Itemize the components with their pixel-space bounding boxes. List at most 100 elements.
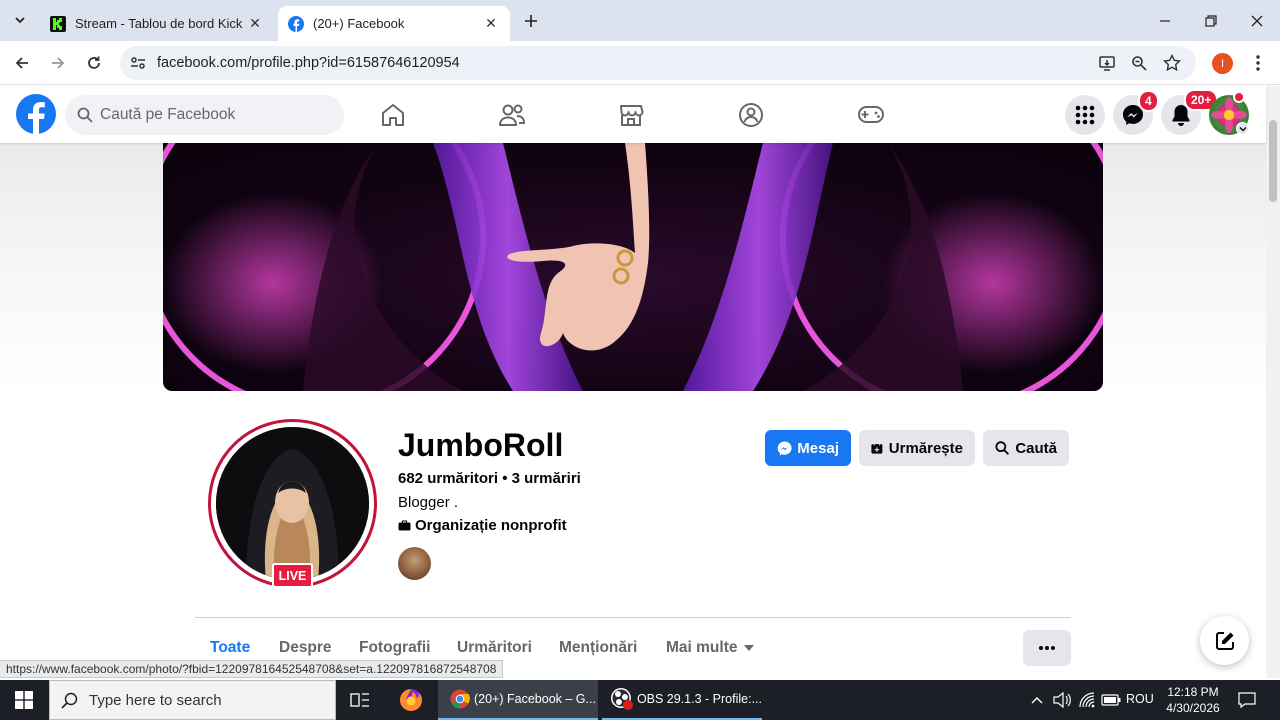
profile-more-button[interactable] <box>1023 630 1071 666</box>
nav-gaming[interactable] <box>841 96 901 134</box>
message-button[interactable]: Mesaj <box>765 430 851 466</box>
nav-friends[interactable] <box>482 96 542 134</box>
cover-photo[interactable] <box>163 143 1103 391</box>
chevron-down-icon <box>1239 126 1246 131</box>
tab-about[interactable]: Despre <box>279 639 332 657</box>
account-menu-chevron[interactable] <box>1236 122 1249 135</box>
minimize-button[interactable] <box>1142 0 1188 41</box>
new-message-button[interactable] <box>1200 616 1249 665</box>
gaming-icon <box>858 106 884 123</box>
minimize-icon <box>1160 19 1170 22</box>
show-hidden-icons-chevron-icon[interactable] <box>1030 694 1044 706</box>
groups-icon <box>739 103 763 127</box>
follow-button[interactable]: Urmărește <box>859 430 975 466</box>
browser-tab-facebook[interactable]: (20+) Facebook ✕ <box>278 6 510 41</box>
wifi-icon[interactable] <box>1078 691 1096 709</box>
chevron-down-icon <box>15 17 25 24</box>
task-view-icon <box>350 693 369 707</box>
facebook-search[interactable] <box>65 95 344 135</box>
friends-icon <box>498 104 526 126</box>
follow-button-label: Urmărește <box>888 439 963 457</box>
browser-menu-button[interactable] <box>1244 49 1272 77</box>
tab-photos[interactable]: Fotografii <box>359 639 430 657</box>
firefox-icon <box>400 689 422 711</box>
profile-search-button[interactable]: Caută <box>983 430 1069 466</box>
windows-taskbar: Type here to search (20+) Facebook – G..… <box>0 680 1280 720</box>
site-info-icon[interactable] <box>130 55 146 71</box>
tab-more[interactable]: Mai multe <box>666 639 755 657</box>
profile-stats[interactable]: 682 urmăritori • 3 urmăriri <box>398 470 581 487</box>
restore-icon <box>1205 14 1217 27</box>
input-language[interactable]: ROU <box>1126 692 1154 706</box>
battery-icon[interactable] <box>1101 693 1121 707</box>
menu-button[interactable] <box>1065 95 1105 135</box>
close-tab-icon[interactable]: ✕ <box>246 15 264 33</box>
taskbar-clock[interactable]: 12:18 PM 4/30/2026 <box>1160 684 1226 716</box>
cover-art-image <box>163 143 1103 391</box>
tab-mentions[interactable]: Menționări <box>559 639 637 657</box>
search-icon <box>77 107 93 123</box>
forward-button[interactable] <box>44 49 72 77</box>
reload-button[interactable] <box>80 49 108 77</box>
nav-marketplace[interactable] <box>601 96 661 134</box>
obs-taskbar-label: OBS 29.1.3 - Profile:... <box>636 692 762 706</box>
zoom-icon[interactable] <box>1131 55 1147 71</box>
close-window-button[interactable] <box>1234 0 1280 41</box>
chrome-taskbar-button[interactable]: (20+) Facebook – G... <box>438 680 598 720</box>
task-view-button[interactable] <box>341 680 379 720</box>
speaker-icon[interactable] <box>1053 692 1071 708</box>
close-tab-icon[interactable]: ✕ <box>482 15 500 33</box>
browser-tab-kick[interactable]: Stream - Tablou de bord Kick ✕ <box>40 6 274 41</box>
marketplace-icon <box>620 105 644 126</box>
search-button-label: Caută <box>1015 439 1057 457</box>
follow-icon <box>871 442 883 454</box>
tab-search-button[interactable] <box>8 8 32 32</box>
kick-logo-icon <box>50 15 66 32</box>
reload-icon <box>88 56 100 69</box>
browser-profile-avatar[interactable]: I <box>1212 53 1233 74</box>
tab-more-label: Mai multe <box>666 639 738 656</box>
grid-menu-icon <box>1075 105 1095 125</box>
friend-avatar[interactable] <box>398 547 431 580</box>
facebook-logo[interactable] <box>16 94 56 134</box>
profile-organization: Organizație nonprofit <box>398 517 567 534</box>
new-tab-button[interactable] <box>520 10 542 32</box>
search-icon <box>61 692 78 709</box>
windows-logo-icon <box>15 691 33 709</box>
address-bar[interactable]: facebook.com/profile.php?id=615876461209… <box>120 46 1196 80</box>
tab-followers[interactable]: Urmăritori <box>457 639 532 657</box>
start-button[interactable] <box>0 680 48 720</box>
profile-picture-image <box>216 427 369 580</box>
tab-all[interactable]: Toate <box>210 639 250 657</box>
arrow-left-icon <box>15 57 28 69</box>
browser-toolbar: facebook.com/profile.php?id=615876461209… <box>0 41 1280 85</box>
facebook-search-input[interactable] <box>100 95 330 135</box>
more-vertical-icon <box>1256 55 1260 71</box>
obs-icon <box>610 688 633 710</box>
firefox-taskbar-button[interactable] <box>392 680 430 720</box>
back-button[interactable] <box>8 49 36 77</box>
messenger-badge: 4 <box>1138 90 1159 112</box>
nav-groups[interactable] <box>721 96 781 134</box>
messenger-icon <box>777 441 792 455</box>
organization-label: Organizație nonprofit <box>415 517 567 534</box>
nav-home[interactable] <box>363 96 423 134</box>
tab-title: (20+) Facebook <box>313 16 405 31</box>
status-bar-url: https://www.facebook.com/photo/?fbid=122… <box>0 660 504 678</box>
message-button-label: Mesaj <box>797 439 839 457</box>
more-horizontal-icon <box>1039 646 1055 650</box>
notification-center-icon[interactable] <box>1238 691 1256 709</box>
tab-title: Stream - Tablou de bord Kick <box>75 16 243 31</box>
scrollbar-thumb[interactable] <box>1269 120 1277 202</box>
page-scrollbar[interactable] <box>1266 86 1280 678</box>
caret-down-icon <box>744 645 755 651</box>
hooded-woman-avatar-icon <box>216 427 369 580</box>
restore-button[interactable] <box>1188 0 1234 41</box>
install-app-icon[interactable] <box>1098 54 1116 72</box>
obs-taskbar-button[interactable]: OBS 29.1.3 - Profile:... <box>602 680 762 720</box>
clock-date: 4/30/2026 <box>1166 701 1220 715</box>
profile-category: Blogger . <box>398 494 459 511</box>
taskbar-search[interactable]: Type here to search <box>49 680 336 720</box>
bookmark-star-icon[interactable] <box>1163 54 1181 72</box>
account-alert-dot <box>1233 91 1245 103</box>
